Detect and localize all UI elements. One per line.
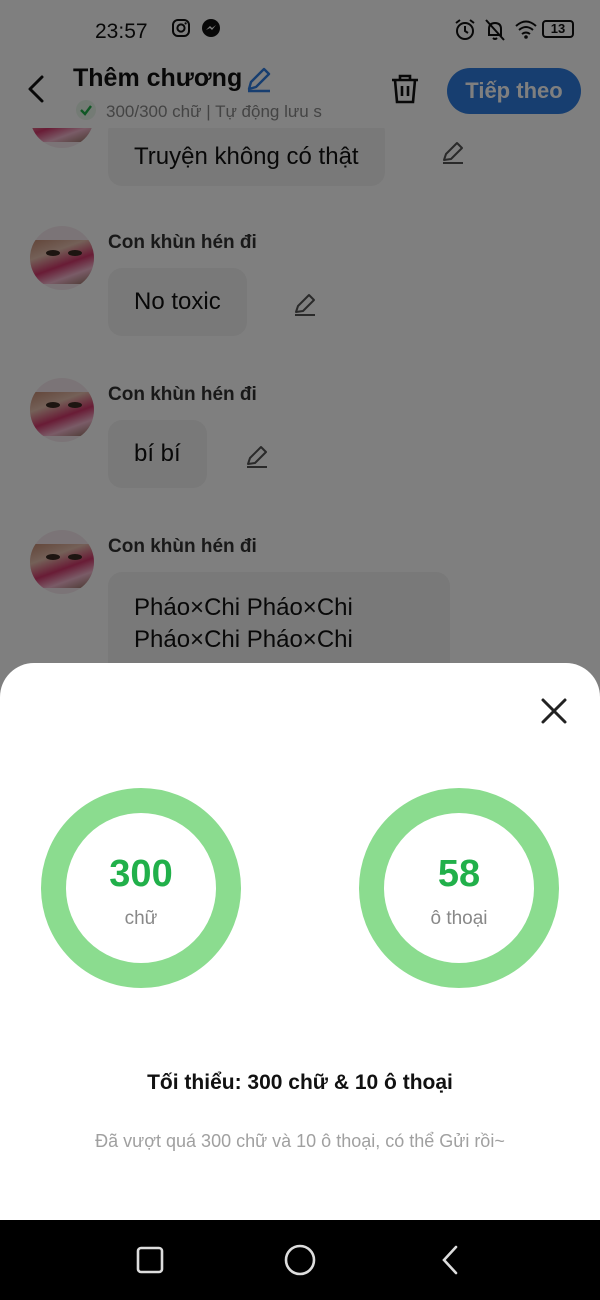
system-nav-bar	[0, 1220, 600, 1300]
submit-hint: Đã vượt quá 300 chữ và 10 ô thoại, có th…	[95, 1131, 505, 1151]
dialog-count-value: 58	[437, 853, 481, 895]
word-count-sheet: 300 chữ 58 ô thoại Tối thiểu: 300 chữ & …	[0, 663, 600, 1220]
minimum-requirement: Tối thiểu: 300 chữ & 10 ô thoại	[147, 1071, 453, 1094]
recent-apps-icon[interactable]	[136, 1246, 164, 1279]
word-count-ring: 300 chữ	[41, 788, 241, 988]
dialog-count-unit: ô thoại	[430, 908, 488, 929]
close-icon[interactable]	[538, 695, 570, 727]
word-count-value: 300	[109, 853, 173, 895]
back-nav-icon[interactable]	[438, 1244, 462, 1281]
dialog-count-ring: 58 ô thoại	[359, 788, 559, 988]
word-count-unit: chữ	[124, 908, 158, 929]
home-icon[interactable]	[284, 1244, 316, 1281]
